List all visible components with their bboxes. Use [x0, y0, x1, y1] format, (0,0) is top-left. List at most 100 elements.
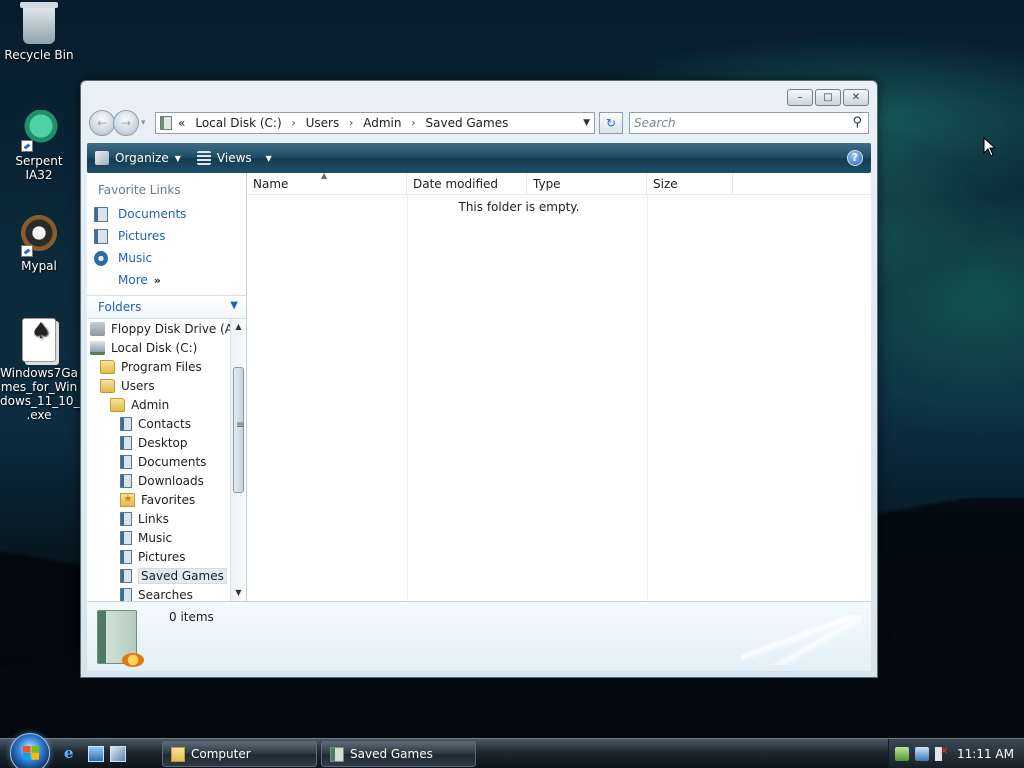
- desktop-icon-label: Serpent IA32: [15, 154, 63, 182]
- chevron-down-icon: ▼: [230, 300, 238, 311]
- column-divider: [407, 195, 408, 601]
- help-icon[interactable]: ?: [847, 150, 863, 166]
- tree-item-local-disk[interactable]: Local Disk (C:): [87, 338, 230, 357]
- internet-explorer-icon[interactable]: e: [64, 746, 80, 762]
- desktop-icon-serpent[interactable]: Serpent IA32: [0, 110, 78, 182]
- documents-folder-icon: [120, 454, 132, 469]
- tree-item-music[interactable]: Music: [87, 528, 230, 547]
- tree-item-contacts[interactable]: Contacts: [87, 414, 230, 433]
- switch-windows-icon[interactable]: [110, 746, 126, 762]
- saved-games-icon: [330, 746, 344, 762]
- more-label: More: [118, 273, 148, 287]
- favorite-link-label: Documents: [118, 207, 187, 221]
- address-overflow[interactable]: «: [178, 116, 185, 130]
- column-header-size[interactable]: Size: [647, 173, 733, 194]
- favorite-links-more[interactable]: More »: [87, 269, 246, 291]
- desktop-icon-windows7games[interactable]: Windows7Ga mes_for_Win dows_11_10_8 .exe: [0, 318, 88, 422]
- searches-folder-icon: [120, 587, 132, 601]
- safely-remove-icon[interactable]: [895, 747, 909, 761]
- column-divider: [647, 195, 648, 601]
- scroll-down-icon[interactable]: ▼: [231, 585, 246, 601]
- desktop-icon-mypal[interactable]: Mypal: [0, 215, 78, 273]
- desktop-icon-label: Windows7Ga mes_for_Win dows_11_10_8 .exe: [0, 366, 88, 422]
- organize-label: Organize: [115, 151, 169, 165]
- clock[interactable]: 11:11 AM: [957, 747, 1014, 761]
- chevron-down-icon: ▼: [265, 153, 272, 163]
- downloads-folder-icon: [120, 473, 132, 488]
- column-header-date-modified[interactable]: Date modified: [407, 173, 527, 194]
- tree-item-pictures[interactable]: Pictures: [87, 547, 230, 566]
- minimize-button[interactable]: –: [787, 89, 813, 106]
- disk-icon: [90, 340, 105, 355]
- column-header-name[interactable]: Name ▲: [247, 171, 407, 194]
- details-pane: 0 items: [87, 601, 871, 671]
- saved-games-folder-icon: [120, 568, 132, 583]
- desktop-icon-recycle-bin[interactable]: Recycle Bin: [0, 2, 78, 62]
- tree-item-users[interactable]: Users: [87, 376, 230, 395]
- shortcut-arrow-icon: [21, 140, 33, 152]
- favorite-link-pictures[interactable]: Pictures: [87, 225, 246, 247]
- folders-toggle[interactable]: Folders ▼: [87, 295, 246, 319]
- tree-item-saved-games[interactable]: Saved Games: [87, 566, 230, 585]
- system-tray: 11:11 AM: [888, 739, 1024, 768]
- favorite-link-music[interactable]: Music: [87, 247, 246, 269]
- tree-item-floppy[interactable]: Floppy Disk Drive (A:): [87, 319, 230, 338]
- folder-icon: [110, 397, 125, 412]
- taskbar-button-computer[interactable]: Computer: [162, 741, 317, 767]
- favorite-links-title: Favorite Links: [98, 183, 181, 197]
- tree-item-downloads[interactable]: Downloads: [87, 471, 230, 490]
- volume-muted-icon[interactable]: [935, 746, 949, 761]
- scroll-thumb[interactable]: [233, 367, 244, 493]
- tree-item-links[interactable]: Links: [87, 509, 230, 528]
- back-button[interactable]: ←: [89, 110, 115, 136]
- folder-tree-scrollbar[interactable]: ▲ ▼: [230, 319, 246, 601]
- navigation-bar: ← → ▾ « Local Disk (C:) › Users › Admin …: [89, 110, 869, 136]
- tree-item-favorites[interactable]: Favorites: [87, 490, 230, 509]
- chevron-down-icon: ▼: [174, 153, 181, 163]
- pictures-folder-icon: [120, 549, 132, 564]
- recycle-bin-icon: [20, 2, 58, 44]
- pictures-icon: [94, 228, 108, 244]
- show-desktop-icon[interactable]: [88, 746, 104, 762]
- breadcrumb-saved-games[interactable]: Saved Games: [426, 116, 509, 130]
- organize-icon: [95, 151, 109, 165]
- network-icon[interactable]: [915, 747, 929, 761]
- address-dropdown-icon[interactable]: ▼: [583, 118, 590, 128]
- column-header-type[interactable]: Type: [527, 173, 647, 194]
- refresh-button[interactable]: ↻: [599, 112, 623, 134]
- breadcrumb-separator[interactable]: ›: [349, 118, 353, 129]
- forward-button[interactable]: →: [113, 110, 139, 136]
- tree-item-documents[interactable]: Documents: [87, 452, 230, 471]
- music-folder-icon: [120, 530, 132, 545]
- search-input[interactable]: [634, 116, 849, 130]
- breadcrumb-local-disk[interactable]: Local Disk (C:): [195, 116, 281, 130]
- floppy-icon: [90, 321, 105, 336]
- breadcrumb-admin[interactable]: Admin: [363, 116, 401, 130]
- recent-pages-dropdown[interactable]: ▾: [141, 118, 151, 128]
- scroll-up-icon[interactable]: ▲: [231, 319, 246, 335]
- solitaire-icon: [22, 318, 56, 362]
- tree-item-program-files[interactable]: Program Files: [87, 357, 230, 376]
- maximize-button[interactable]: □: [815, 89, 841, 106]
- explorer-window: – □ ✕ ← → ▾ « Local Disk (C:) › Users › …: [80, 80, 878, 678]
- search-box[interactable]: ⚲: [629, 112, 869, 134]
- music-icon: [94, 250, 108, 266]
- taskbar-button-saved-games[interactable]: Saved Games: [321, 741, 476, 767]
- breadcrumb-separator[interactable]: ›: [412, 118, 416, 129]
- folder-icon: [100, 359, 115, 374]
- tree-item-desktop[interactable]: Desktop: [87, 433, 230, 452]
- views-button[interactable]: Views ▼: [189, 143, 280, 173]
- organize-button[interactable]: Organize ▼: [87, 143, 189, 173]
- start-button[interactable]: [10, 733, 50, 768]
- saved-games-icon: [160, 116, 172, 130]
- favorite-link-documents[interactable]: Documents: [87, 203, 246, 225]
- search-icon[interactable]: ⚲: [852, 115, 862, 130]
- address-bar[interactable]: « Local Disk (C:) › Users › Admin › Save…: [155, 112, 595, 134]
- breadcrumb-separator[interactable]: ›: [292, 118, 296, 129]
- file-list[interactable]: Name ▲ Date modified Type Size This fold…: [247, 171, 871, 601]
- taskbar: e Computer Saved Games 11:11 AM: [0, 733, 1024, 768]
- tree-item-searches[interactable]: Searches: [87, 585, 230, 601]
- breadcrumb-users[interactable]: Users: [306, 116, 340, 130]
- tree-item-admin[interactable]: Admin: [87, 395, 230, 414]
- close-button[interactable]: ✕: [843, 89, 869, 106]
